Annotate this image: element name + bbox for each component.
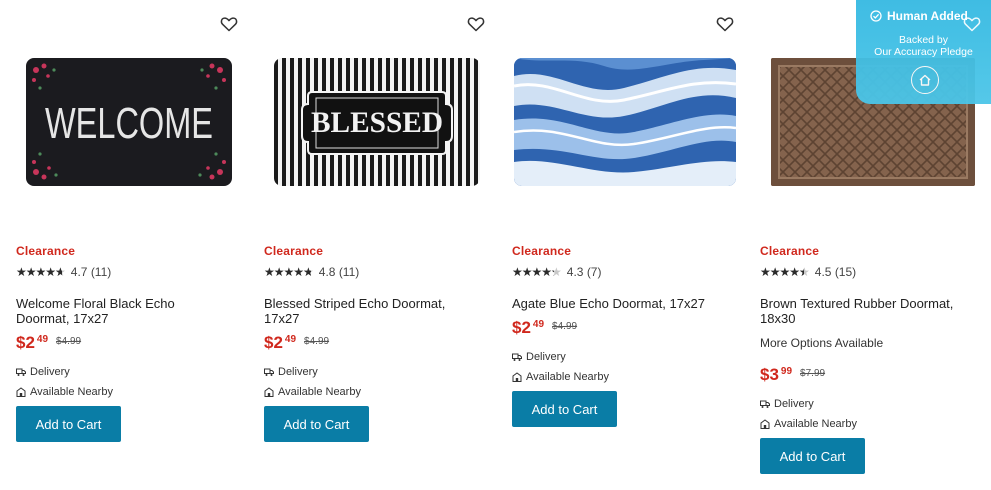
product-image[interactable]: WELCOME (26, 58, 232, 186)
product-image[interactable]: BLESSED (274, 58, 480, 186)
heart-icon[interactable] (962, 14, 982, 34)
price-cents: 49 (284, 334, 297, 345)
add-to-cart-button[interactable]: Add to Cart (16, 406, 121, 442)
was-price: $4.99 (304, 336, 330, 347)
nearby-option: Available Nearby (16, 386, 113, 398)
product-card: WELCOME Clearance ★★★★★ ★★★★★ 4.7 (11) We… (0, 0, 248, 490)
delivery-label: Delivery (774, 398, 814, 410)
product-title[interactable]: Welcome Floral Black Echo Doormat, 17x27 (16, 296, 231, 326)
price: $3 99 $7.99 (760, 366, 825, 384)
rating: ★★★★★ ★★★★★ 4.8 (11) (264, 265, 359, 279)
truck-icon (760, 400, 770, 408)
truck-icon (16, 368, 26, 376)
nearby-label: Available Nearby (526, 371, 609, 383)
store-icon (264, 387, 274, 397)
store-icon (512, 372, 522, 382)
truck-icon (512, 353, 522, 361)
home-icon (911, 66, 939, 94)
star-rating-icon: ★★★★★★★★★★ (264, 265, 314, 279)
delivery-label: Delivery (30, 366, 70, 378)
was-price: $4.99 (56, 336, 82, 347)
delivery-option: Delivery (512, 351, 566, 363)
accuracy-pledge-badge[interactable]: Human Added Backed by Our Accuracy Pledg… (856, 0, 991, 104)
store-icon (760, 419, 770, 429)
price-cents: 49 (532, 319, 545, 330)
rating-text: 4.7 (11) (70, 265, 112, 279)
add-to-cart-button[interactable]: Add to Cart (264, 406, 369, 442)
price-cents: 99 (780, 366, 793, 377)
clearance-badge: Clearance (760, 244, 820, 258)
nearby-label: Available Nearby (774, 418, 857, 430)
rating: ★★★★★★★★★★ 4.3 (7) (512, 265, 601, 279)
rating: ★★★★★★★★★★ 4.5 (15) (760, 265, 856, 279)
nearby-option: Available Nearby (760, 418, 857, 430)
price: $2 49 $4.99 (512, 319, 577, 337)
product-title[interactable]: Agate Blue Echo Doormat, 17x27 (512, 296, 727, 311)
rating-text: 4.5 (15) (814, 265, 857, 279)
price: $2 49 $4.99 (16, 334, 81, 352)
agate-mat-graphic (514, 58, 736, 186)
badge-heading: Human Added (870, 9, 968, 23)
truck-icon (264, 368, 274, 376)
nearby-option: Available Nearby (264, 386, 361, 398)
nearby-label: Available Nearby (30, 386, 113, 398)
product-title[interactable]: Brown Textured Rubber Doormat, 18x30 (760, 296, 975, 326)
welcome-mat-graphic: WELCOME (32, 63, 226, 180)
star-rating-icon: ★★★★★★★★★★ (16, 265, 66, 279)
product-card: Clearance ★★★★★★★★★★ 4.3 (7) Agate Blue … (496, 0, 744, 490)
delivery-label: Delivery (526, 351, 566, 363)
clearance-badge: Clearance (16, 244, 76, 258)
mat-lettering: WELCOME (45, 99, 213, 148)
clearance-badge: Clearance (512, 244, 572, 258)
rating: ★★★★★ ★★★★★ 4.7 (11) (16, 265, 111, 279)
heart-icon[interactable] (466, 14, 486, 34)
price-dollars: $2 (512, 318, 531, 337)
badge-line2: Our Accuracy Pledge (874, 46, 973, 58)
nearby-option: Available Nearby (512, 371, 609, 383)
add-to-cart-button[interactable]: Add to Cart (760, 438, 865, 474)
rating-text: 4.3 (7) (566, 265, 602, 279)
price-dollars: $2 (264, 333, 283, 352)
mat-lettering: BLESSED (311, 106, 443, 139)
rating-text: 4.8 (11) (318, 265, 360, 279)
badge-line1: Backed by (898, 34, 949, 46)
heart-icon[interactable] (219, 14, 239, 34)
delivery-label: Delivery (278, 366, 318, 378)
delivery-option: Delivery (264, 366, 318, 378)
product-image[interactable] (514, 58, 736, 186)
price-cents: 49 (36, 334, 49, 345)
heart-icon[interactable] (715, 14, 735, 34)
add-to-cart-button[interactable]: Add to Cart (512, 391, 617, 427)
price: $2 49 $4.99 (264, 334, 329, 352)
star-rating-icon: ★★★★★★★★★★ (760, 265, 810, 279)
star-rating-icon: ★★★★★★★★★★ (512, 265, 562, 279)
delivery-option: Delivery (760, 398, 814, 410)
more-options-text[interactable]: More Options Available (760, 336, 883, 350)
price-dollars: $3 (760, 365, 779, 384)
was-price: $4.99 (552, 321, 578, 332)
check-circle-icon (870, 10, 882, 22)
product-card: BLESSED Clearance ★★★★★ ★★★★★ 4.8 (11) Bl… (248, 0, 496, 490)
clearance-badge: Clearance (264, 244, 324, 258)
price-dollars: $2 (16, 333, 35, 352)
store-icon (16, 387, 26, 397)
blessed-mat-graphic: BLESSED (301, 91, 453, 155)
was-price: $7.99 (800, 368, 826, 379)
nearby-label: Available Nearby (278, 386, 361, 398)
product-title[interactable]: Blessed Striped Echo Doormat, 17x27 (264, 296, 479, 326)
delivery-option: Delivery (16, 366, 70, 378)
